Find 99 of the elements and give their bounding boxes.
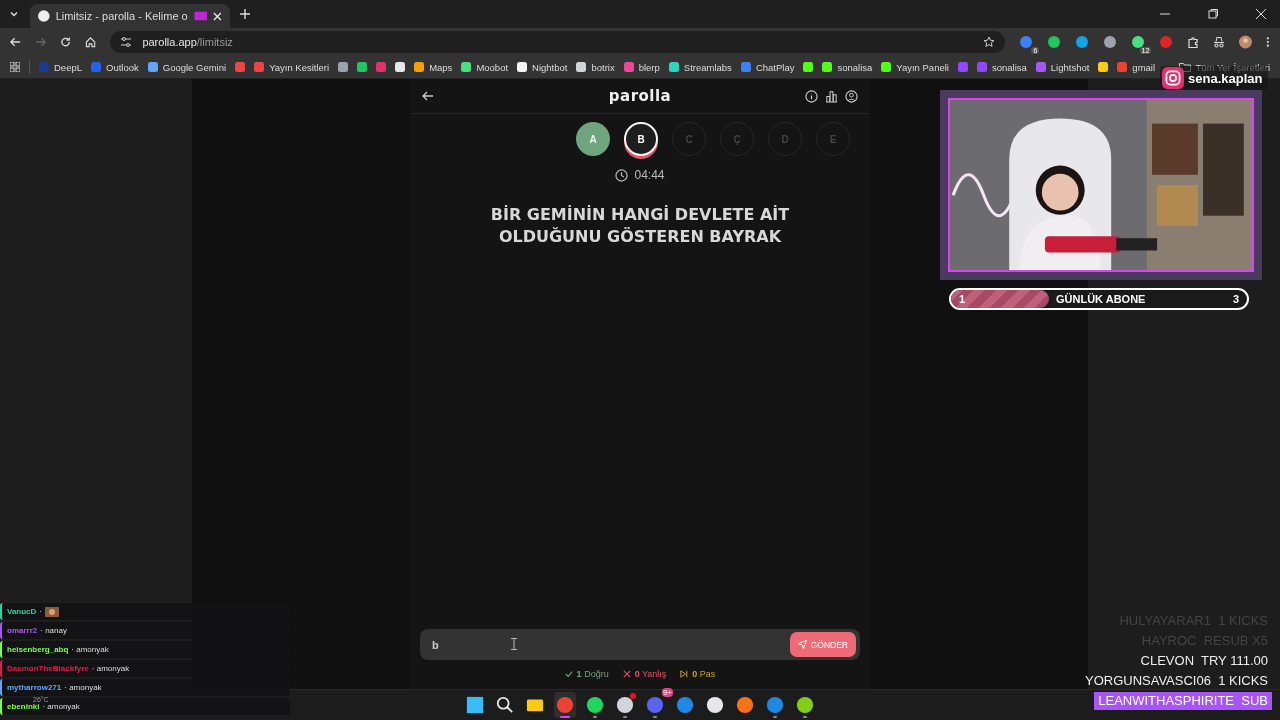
question-text: BİR GEMİNİN HANGİ DEVLETE AİT OLDUĞUNU GÖSTEREN BAYRAK <box>489 204 791 248</box>
back-icon[interactable] <box>10 36 22 48</box>
letter-circle: B <box>624 122 658 156</box>
folder-icon <box>1178 62 1191 72</box>
running-indicator <box>593 716 597 718</box>
browser-tab[interactable]: Limitsiz - parolla - Kelime o <box>30 4 230 28</box>
running-indicator <box>653 716 657 718</box>
close-icon[interactable] <box>213 11 222 21</box>
extension-icon[interactable] <box>1103 35 1118 49</box>
reload-icon[interactable] <box>60 36 72 48</box>
bookmark-item[interactable]: Yayın Paneli <box>881 61 949 73</box>
chat-text: · amonyak <box>71 645 109 654</box>
app-icon[interactable] <box>706 696 724 714</box>
stats-icon[interactable] <box>825 89 838 103</box>
chat-text: · amonyak <box>64 683 102 692</box>
address-bar[interactable]: parolla.app/limitsiz <box>110 31 1006 53</box>
bookmark-item[interactable]: Maps <box>414 61 453 73</box>
bookmark-icon[interactable] <box>803 62 814 72</box>
chat-username: DaemonTheBlackfyre <box>7 664 89 673</box>
bookmark-item[interactable]: Google Gemini <box>147 61 227 73</box>
bookmark-icon[interactable] <box>1098 62 1109 72</box>
event-item: CLEVON TRY 111.00 <box>1139 652 1269 670</box>
check-icon <box>564 670 573 678</box>
timer-text: 04:44 <box>634 168 665 182</box>
bookmark-item[interactable]: sonalisa <box>822 61 873 73</box>
bookmark-item[interactable]: Outlook <box>91 61 139 73</box>
stat-text: 0 Yanlış <box>634 669 667 679</box>
puzzle-icon[interactable] <box>1187 35 1200 49</box>
chat-text: · amonyak <box>42 702 80 711</box>
running-indicator <box>773 716 777 718</box>
bookmark-item[interactable]: DeepL <box>39 61 82 73</box>
site-icon <box>38 10 50 22</box>
running-indicator <box>560 716 570 718</box>
instagram-handle: sena.kaplan <box>1188 70 1263 86</box>
site-settings-icon[interactable] <box>120 36 133 48</box>
screen-share-icon <box>193 11 208 21</box>
cross-icon <box>622 670 631 678</box>
chat-text: · nanay <box>40 626 67 635</box>
letter-circle: A <box>576 122 610 156</box>
skip-icon <box>680 670 689 678</box>
bookmark-item[interactable]: Nightbot <box>517 61 568 73</box>
chat-username: mytharrow271 <box>7 683 62 692</box>
app-icon[interactable] <box>796 696 814 714</box>
goal-target: 3 <box>1232 293 1239 305</box>
bookmark-item[interactable]: blerp <box>623 61 660 73</box>
stat-text: 0 Pas <box>692 669 716 679</box>
goal-title: GÜNLÜK ABONE <box>1056 293 1146 305</box>
bookmark-item[interactable]: Streamlabs <box>668 61 732 73</box>
stat-text: 1 Doğru <box>576 669 609 679</box>
extension-icon[interactable] <box>1047 35 1062 49</box>
bookmark-item[interactable]: Yayın Kesitleri <box>254 61 330 73</box>
extension-icon[interactable] <box>1075 35 1090 49</box>
app-icon[interactable] <box>736 696 754 714</box>
chat-username: omarrr2 <box>7 626 38 635</box>
bookmark-icon[interactable] <box>357 62 368 72</box>
new-tab-icon[interactable] <box>240 9 250 19</box>
bookmark-item[interactable]: sonalisa <box>976 61 1027 73</box>
close-icon[interactable] <box>1256 9 1266 19</box>
answer-field[interactable]: b GÖNDER <box>420 629 860 660</box>
chat-username: heisenberg_abq <box>7 645 69 654</box>
running-indicator <box>803 716 807 718</box>
bookmark-item[interactable]: ChatPlay <box>740 61 795 73</box>
star-icon[interactable] <box>983 36 996 48</box>
clock-icon <box>615 168 629 182</box>
send-icon <box>797 640 807 649</box>
info-icon[interactable] <box>805 89 818 103</box>
incognito-icon[interactable] <box>1213 35 1226 49</box>
chat-username: VanucD <box>7 607 37 616</box>
avatar-icon[interactable] <box>1239 35 1253 49</box>
instagram-icon <box>1162 67 1184 89</box>
app-icon[interactable] <box>586 696 604 714</box>
url-text: parolla.app/limitsiz <box>142 36 233 48</box>
menu-icon[interactable] <box>1266 36 1271 48</box>
goal-current: 1 <box>959 293 966 305</box>
event-item: LEANWITHASPHIRITE SUB <box>1094 692 1272 710</box>
bookmark-item[interactable]: Moobot <box>461 61 509 73</box>
apps-icon[interactable] <box>10 62 20 72</box>
bookmark-item[interactable]: gmail <box>1117 61 1156 73</box>
home-icon[interactable] <box>85 36 97 48</box>
app-title: parolla <box>608 87 672 105</box>
running-indicator <box>623 716 627 718</box>
extension-icon[interactable] <box>1131 35 1146 49</box>
bookmark-item[interactable]: Lightshot <box>1035 61 1090 73</box>
app-icon[interactable] <box>466 696 484 714</box>
app-icon[interactable] <box>616 696 634 714</box>
bookmark-icon[interactable] <box>338 62 349 72</box>
badge-count: 9+ <box>661 688 673 697</box>
app-icon[interactable] <box>496 696 514 714</box>
restore-icon[interactable] <box>1208 9 1218 19</box>
chat-username: ebeninki <box>7 702 40 711</box>
text-cursor-icon <box>511 638 517 650</box>
back-arrow-icon[interactable] <box>422 90 434 102</box>
profile-icon[interactable] <box>845 89 858 103</box>
chat-text: · amonyak <box>91 664 130 673</box>
bookmark-item[interactable]: botrix <box>576 61 615 73</box>
chat-text: · <box>39 607 42 616</box>
extension-icon[interactable] <box>1019 35 1034 49</box>
bookmark-icon[interactable] <box>395 62 406 72</box>
event-item: YORGUNSAVASCI06 1 KICKS <box>1083 672 1269 690</box>
